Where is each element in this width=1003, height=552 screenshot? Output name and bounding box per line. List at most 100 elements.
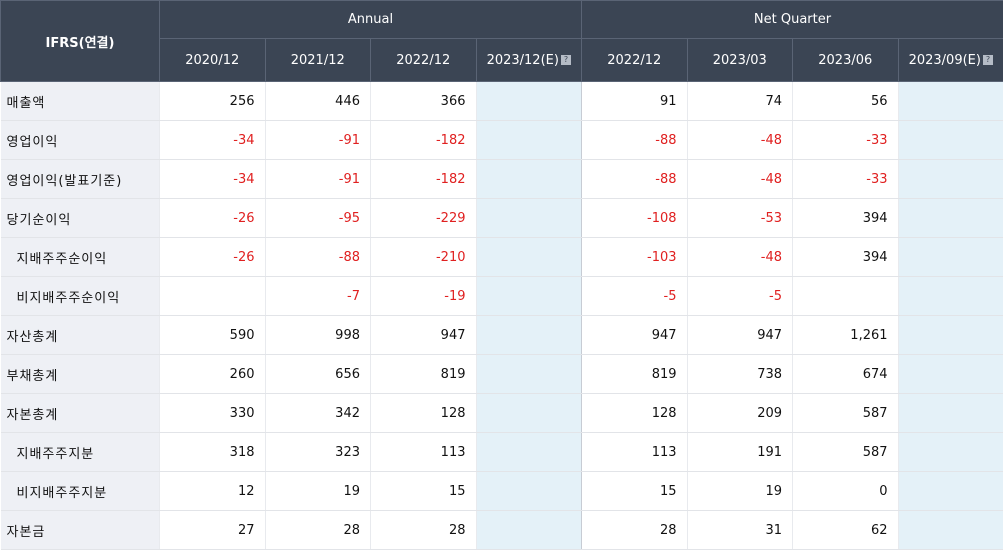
annual-value-cell — [475, 393, 582, 433]
period-label: 2021/12 — [290, 52, 345, 68]
table-row: 부채총계 260 656 819 819 738 674 — [0, 354, 1003, 394]
quarter-value-cell — [897, 120, 1003, 160]
annual-value-cell: 28 — [264, 510, 371, 550]
annual-period-header: 2022/12 — [370, 38, 477, 82]
annual-value-cell: -26 — [159, 198, 265, 238]
quarter-value-cell: -5 — [581, 276, 688, 316]
row-label[interactable]: 영업이익(발표기준) — [0, 159, 160, 199]
quarter-value-cell — [897, 510, 1003, 550]
annual-value-cell — [475, 510, 582, 550]
annual-value-cell: 15 — [370, 471, 476, 511]
table-row: 영업이익(발표기준) -34 -91 -182 -88 -48 -33 — [0, 159, 1003, 199]
annual-value-cell: 19 — [264, 471, 371, 511]
table-row: 매출액 256 446 366 91 74 56 — [0, 81, 1003, 121]
annual-value-cell — [475, 159, 582, 199]
quarter-value-cell: 587 — [792, 432, 899, 472]
table-row: 비지배주주순이익 -7 -19 -5 -5 — [0, 276, 1003, 316]
quarter-value-cell — [897, 276, 1003, 316]
question-icon[interactable]: ? — [560, 55, 571, 65]
annual-value-cell: 947 — [370, 315, 476, 355]
table-row: 지배주주지분 318 323 113 113 191 587 — [0, 432, 1003, 472]
annual-value-cell: 113 — [370, 432, 476, 472]
row-label[interactable]: 지배주주순이익 — [0, 237, 160, 277]
row-label[interactable]: 당기순이익 — [0, 198, 160, 238]
annual-period-header: 2021/12 — [264, 38, 371, 82]
quarter-value-cell: 28 — [581, 510, 688, 550]
annual-value-cell: -182 — [370, 159, 476, 199]
annual-value-cell: 446 — [264, 81, 371, 121]
annual-value-cell — [475, 315, 582, 355]
table-row: 지배주주순이익 -26 -88 -210 -103 -48 394 — [0, 237, 1003, 277]
quarter-value-cell: -88 — [581, 120, 688, 160]
annual-period-header: 2023/12(E)? — [475, 38, 583, 82]
quarter-value-cell: 113 — [581, 432, 688, 472]
table-row: 자산총계 590 998 947 947 947 1,261 — [0, 315, 1003, 355]
annual-value-cell: 260 — [159, 354, 265, 394]
table-row: 자본금 27 28 28 28 31 62 — [0, 510, 1003, 550]
table-row: 자본총계 330 342 128 128 209 587 — [0, 393, 1003, 433]
question-icon[interactable]: ? — [982, 55, 993, 65]
annual-value-cell: -95 — [264, 198, 371, 238]
quarter-value-cell — [897, 237, 1003, 277]
row-label[interactable]: 자산총계 — [0, 315, 160, 355]
period-label: 2020/12 — [185, 52, 240, 68]
quarter-value-cell: 947 — [581, 315, 688, 355]
table-row: 비지배주주지분 12 19 15 15 19 0 — [0, 471, 1003, 511]
quarter-value-cell — [897, 432, 1003, 472]
annual-value-cell: -34 — [159, 159, 265, 199]
annual-value-cell — [159, 276, 265, 316]
net-quarter-header: Net Quarter — [581, 0, 1003, 39]
row-label[interactable]: 자본금 — [0, 510, 160, 550]
annual-value-cell: 128 — [370, 393, 476, 433]
annual-value-cell — [475, 471, 582, 511]
annual-value-cell: 28 — [370, 510, 476, 550]
quarter-value-cell: 394 — [792, 198, 899, 238]
annual-value-cell: 366 — [370, 81, 476, 121]
row-label[interactable]: 지배주주지분 — [0, 432, 160, 472]
annual-value-cell: -26 — [159, 237, 265, 277]
quarter-value-cell: -108 — [581, 198, 688, 238]
row-label[interactable]: 매출액 — [0, 81, 160, 121]
quarter-value-cell: 587 — [792, 393, 899, 433]
period-label: 2023/09(E) — [908, 52, 981, 68]
quarter-value-cell: -48 — [686, 237, 793, 277]
annual-value-cell — [475, 81, 582, 121]
annual-value-cell: -7 — [264, 276, 371, 316]
row-label[interactable]: 부채총계 — [0, 354, 160, 394]
row-label[interactable]: 비지배주주지분 — [0, 471, 160, 511]
period-label: 2023/03 — [712, 52, 767, 68]
quarter-value-cell — [897, 471, 1003, 511]
quarter-value-cell: -5 — [686, 276, 793, 316]
quarter-value-cell: 738 — [686, 354, 793, 394]
annual-value-cell: 819 — [370, 354, 476, 394]
row-label[interactable]: 자본총계 — [0, 393, 160, 433]
quarter-value-cell: 62 — [792, 510, 899, 550]
quarter-value-cell: 674 — [792, 354, 899, 394]
annual-value-cell: -229 — [370, 198, 476, 238]
quarter-period-header: 2023/06 — [792, 38, 899, 82]
annual-value-cell: -210 — [370, 237, 476, 277]
row-label[interactable]: 영업이익 — [0, 120, 160, 160]
table-row: 당기순이익 -26 -95 -229 -108 -53 394 — [0, 198, 1003, 238]
annual-header: Annual — [158, 0, 583, 39]
quarter-value-cell: 56 — [792, 81, 899, 121]
annual-value-cell: 12 — [159, 471, 265, 511]
period-label: 2023/06 — [818, 52, 873, 68]
period-label: 2022/12 — [396, 52, 451, 68]
row-label[interactable]: 비지배주주순이익 — [0, 276, 160, 316]
annual-value-cell: -182 — [370, 120, 476, 160]
quarter-value-cell — [897, 198, 1003, 238]
annual-value-cell: -91 — [264, 159, 371, 199]
quarter-value-cell: 128 — [581, 393, 688, 433]
ifrs-header: IFRS(연결) — [0, 0, 160, 82]
quarter-value-cell: -48 — [686, 120, 793, 160]
table-row: 영업이익 -34 -91 -182 -88 -48 -33 — [0, 120, 1003, 160]
quarter-value-cell — [792, 276, 899, 316]
quarter-value-cell: -48 — [686, 159, 793, 199]
annual-value-cell: -91 — [264, 120, 371, 160]
annual-value-cell — [475, 198, 582, 238]
quarter-value-cell: 394 — [792, 237, 899, 277]
quarter-value-cell: -33 — [792, 159, 899, 199]
quarter-value-cell: -53 — [686, 198, 793, 238]
period-label: 2023/12(E) — [486, 52, 559, 68]
